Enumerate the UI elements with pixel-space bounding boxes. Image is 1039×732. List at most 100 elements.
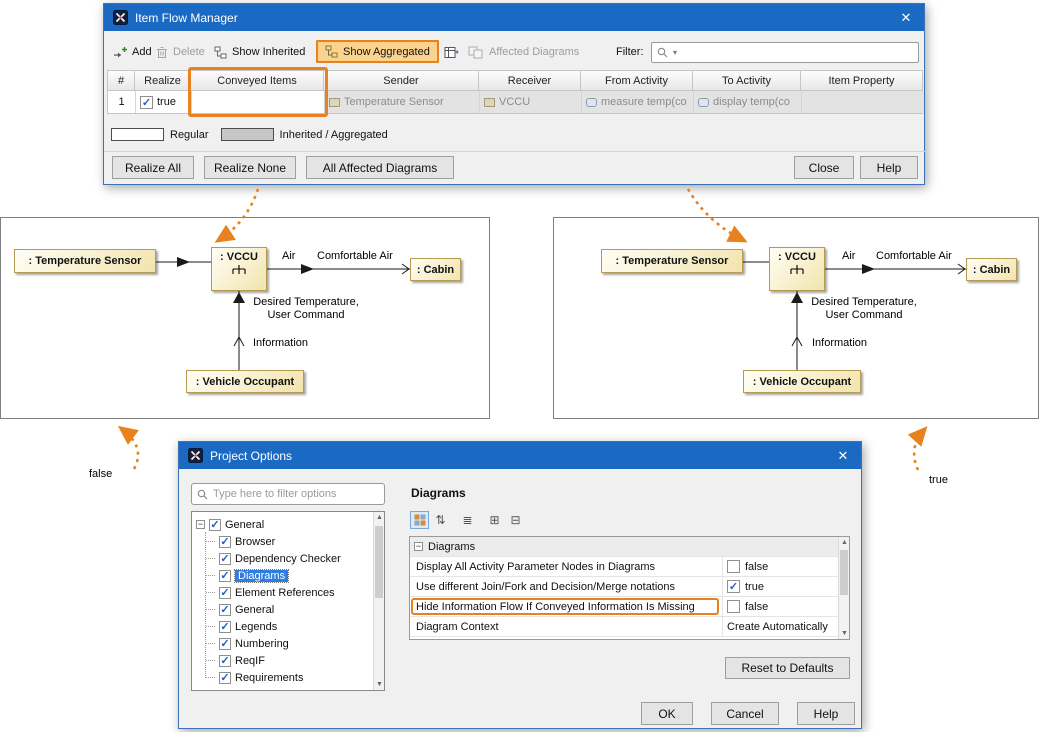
collapse-icon[interactable]	[414, 542, 423, 551]
tree-checkbox[interactable]	[209, 519, 221, 531]
tree-checkbox[interactable]	[219, 655, 231, 667]
scroll-down-icon[interactable]: ▼	[374, 681, 385, 688]
column-header-item-property[interactable]: Item Property	[801, 70, 923, 91]
all-affected-diagrams-button[interactable]: All Affected Diagrams	[306, 156, 454, 179]
scroll-down-icon[interactable]: ▼	[839, 630, 850, 637]
tree-item-diagrams[interactable]: Diagrams	[192, 567, 384, 584]
tree-checkbox[interactable]	[219, 553, 231, 565]
show-description-icon[interactable]: ≣	[458, 511, 477, 529]
block-temperature-sensor[interactable]: : Temperature Sensor	[601, 249, 743, 273]
tree-item-element-references[interactable]: Element References	[192, 584, 384, 601]
properties-scrollbar[interactable]: ▲ ▼	[838, 537, 849, 639]
property-value[interactable]: false	[722, 557, 849, 576]
cancel-button[interactable]: Cancel	[711, 702, 779, 725]
tree-checkbox[interactable]	[219, 604, 231, 616]
tree-item-browser[interactable]: Browser	[192, 533, 384, 550]
value-checkbox[interactable]	[727, 560, 740, 573]
block-vccu[interactable]: : VCCU	[211, 247, 267, 291]
tree-checkbox[interactable]	[219, 570, 231, 582]
property-row-highlighted[interactable]: Hide Information Flow If Conveyed Inform…	[410, 597, 849, 617]
delete-button[interactable]: Delete	[156, 40, 205, 64]
reset-to-defaults-button[interactable]: Reset to Defaults	[725, 657, 850, 679]
realize-none-button[interactable]: Realize None	[204, 156, 296, 179]
property-row[interactable]: Diagram Context Create Automatically	[410, 617, 849, 637]
property-name: Diagram Context	[410, 621, 722, 633]
close-icon[interactable]	[834, 448, 852, 464]
close-icon[interactable]	[897, 10, 915, 26]
column-header-from-activity[interactable]: From Activity	[581, 70, 693, 91]
realize-all-button[interactable]: Realize All	[112, 156, 194, 179]
add-icon	[113, 46, 127, 59]
scrollbar-thumb[interactable]	[840, 550, 848, 595]
property-value[interactable]: true	[722, 577, 849, 596]
column-header-realize[interactable]: Realize	[135, 70, 191, 91]
tree-item-general-root[interactable]: General	[192, 516, 384, 533]
sort-alphabetically-icon[interactable]: ⇅	[431, 511, 450, 529]
collapse-all-icon[interactable]: ⊟	[506, 511, 525, 529]
property-name: Hide Information Flow If Conveyed Inform…	[410, 601, 722, 613]
realize-checkbox[interactable]	[140, 96, 153, 109]
block-icon	[484, 98, 495, 107]
scroll-up-icon[interactable]: ▲	[374, 514, 385, 521]
options-filter-searchbox[interactable]	[191, 483, 385, 505]
collapse-icon[interactable]	[196, 520, 205, 529]
tree-item-dependency-checker[interactable]: Dependency Checker	[192, 550, 384, 567]
cell-sender: Temperature Sensor	[325, 91, 480, 113]
item-flow-table-icon-button[interactable]	[444, 40, 459, 64]
tree-item-label: Element References	[235, 587, 335, 599]
affected-diagrams-button[interactable]: Affected Diagrams	[468, 40, 579, 64]
tree-twig	[206, 660, 215, 661]
expand-all-icon[interactable]: ⊞	[485, 511, 504, 529]
value-checkbox[interactable]	[727, 600, 740, 613]
cell-receiver: VCCU	[480, 91, 582, 113]
tree-item-reqif[interactable]: ReqIF	[192, 652, 384, 669]
from-activity-value: measure temp(co	[601, 96, 687, 108]
block-vccu[interactable]: : VCCU	[769, 247, 825, 291]
filter-input[interactable]	[682, 47, 913, 59]
tree-item-numbering[interactable]: Numbering	[192, 635, 384, 652]
help-button[interactable]: Help	[860, 156, 918, 179]
ok-button[interactable]: OK	[641, 702, 693, 725]
block-temperature-sensor[interactable]: : Temperature Sensor	[14, 249, 156, 273]
filter-searchbox[interactable]: ▾	[651, 42, 919, 63]
titlebar[interactable]: Project Options	[179, 442, 861, 469]
tree-item-legends[interactable]: Legends	[192, 618, 384, 635]
tree-checkbox[interactable]	[219, 621, 231, 633]
show-aggregated-button[interactable]: Show Aggregated	[316, 40, 439, 63]
property-group-row[interactable]: Diagrams	[410, 537, 849, 557]
property-value[interactable]: Create Automatically	[722, 617, 849, 636]
help-button[interactable]: Help	[797, 702, 855, 725]
block-cabin[interactable]: : Cabin	[410, 258, 461, 281]
options-filter-input[interactable]	[213, 488, 379, 500]
tree-item-general[interactable]: General	[192, 601, 384, 618]
tree-checkbox[interactable]	[219, 536, 231, 548]
tree-scrollbar[interactable]: ▲ ▼	[373, 512, 384, 690]
categorized-view-icon[interactable]	[410, 511, 429, 529]
column-header-sender[interactable]: Sender	[324, 70, 479, 91]
add-button[interactable]: Add	[113, 40, 152, 64]
column-header-num[interactable]: #	[107, 70, 135, 91]
titlebar[interactable]: Item Flow Manager	[104, 4, 924, 31]
show-inherited-button[interactable]: Show Inherited	[214, 40, 305, 64]
scroll-up-icon[interactable]: ▲	[839, 539, 850, 546]
block-vehicle-occupant[interactable]: : Vehicle Occupant	[743, 370, 861, 393]
scrollbar-thumb[interactable]	[375, 526, 383, 598]
tree-checkbox[interactable]	[219, 587, 231, 599]
chevron-down-icon[interactable]: ▾	[673, 48, 677, 57]
column-header-receiver[interactable]: Receiver	[479, 70, 581, 91]
block-cabin[interactable]: : Cabin	[966, 258, 1017, 281]
cell-conveyed-items[interactable]	[192, 91, 325, 113]
column-header-conveyed-items[interactable]: Conveyed Items	[191, 70, 324, 91]
tree-checkbox[interactable]	[219, 672, 231, 684]
close-button[interactable]: Close	[794, 156, 854, 179]
block-vehicle-occupant[interactable]: : Vehicle Occupant	[186, 370, 304, 393]
tree-item-label: Browser	[235, 536, 275, 548]
property-row[interactable]: Use different Join/Fork and Decision/Mer…	[410, 577, 849, 597]
value-checkbox[interactable]	[727, 580, 740, 593]
property-row[interactable]: Display All Activity Parameter Nodes in …	[410, 557, 849, 577]
table-row[interactable]: 1 true Temperature Sensor VCCU measure t…	[107, 91, 923, 114]
column-header-to-activity[interactable]: To Activity	[693, 70, 801, 91]
tree-item-requirements[interactable]: Requirements	[192, 669, 384, 686]
tree-checkbox[interactable]	[219, 638, 231, 650]
property-value[interactable]: false	[722, 597, 849, 616]
